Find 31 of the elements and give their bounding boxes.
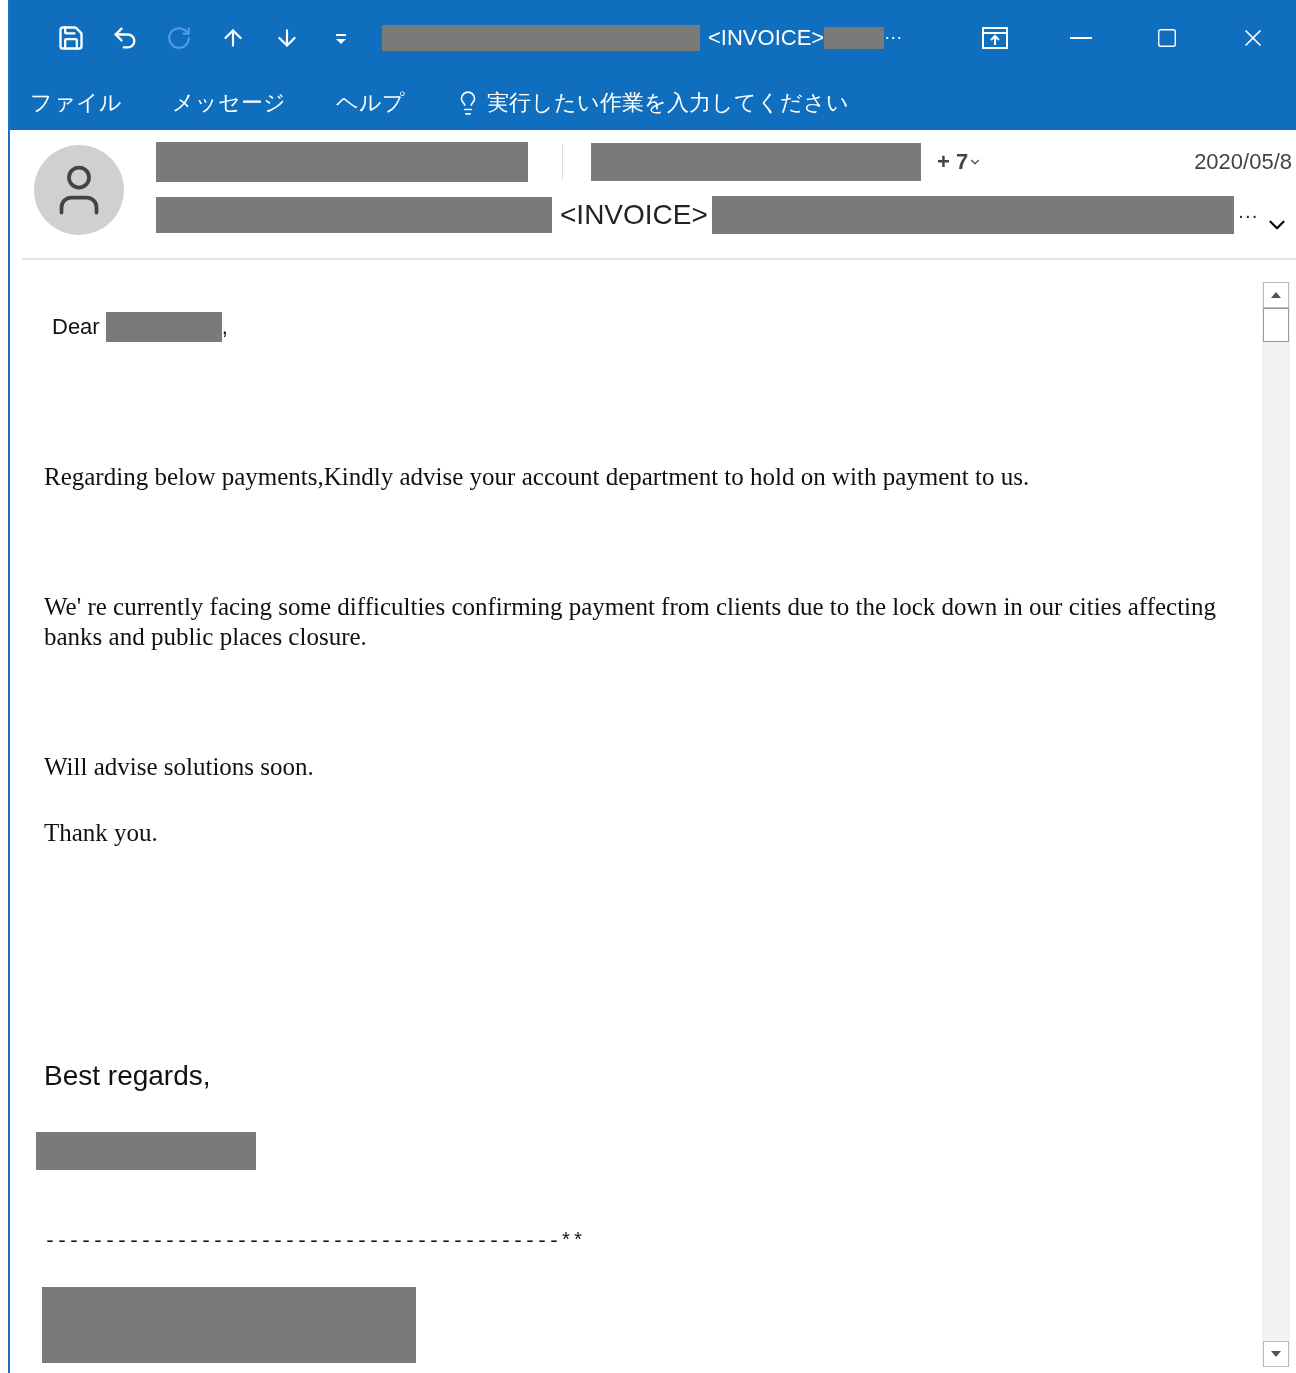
scroll-up-button[interactable] (1263, 282, 1289, 308)
menu-item[interactable]: メッセージ (172, 82, 310, 123)
scroll-thumb[interactable] (1263, 308, 1289, 342)
more-recipients-button[interactable]: + 7 (937, 149, 983, 175)
body-paragraph: Regarding below payments,Kindly advise your account department to hold on with payment to us. (44, 462, 1031, 492)
body-paragraph: We' re currently facing some difficulties confirming payment from clients due to the lock down in our cities affecting banks and public places closure. (44, 592, 1218, 652)
window-title: <INVOICE> (708, 24, 825, 51)
menu-item[interactable]: ファイル (30, 82, 146, 123)
subject-ellipsis: ··· (1237, 203, 1258, 227)
menu-item[interactable]: ヘルプ (336, 82, 429, 123)
sent-date: 2020/05/8 (1194, 149, 1292, 175)
down-triangle-icon (1271, 1351, 1281, 1357)
body-paragraph: Thank you. (44, 818, 159, 848)
customize-icon (334, 31, 348, 44)
ribbon-display-icon (982, 26, 1008, 49)
greeting-text: Dear (52, 314, 100, 340)
scroll-down-button[interactable] (1263, 1341, 1289, 1367)
body-paragraph: Will advise solutions soon. (44, 752, 315, 782)
maximize-icon (1156, 26, 1178, 49)
up-triangle-icon (1271, 292, 1281, 298)
signature-separator: -------------------------------------------** (44, 1230, 586, 1253)
scrollbar[interactable] (1262, 282, 1290, 1367)
subject-text: <INVOICE> (560, 199, 708, 231)
greeting-comma: , (221, 314, 228, 340)
redaction-block (824, 26, 885, 49)
redo-icon (166, 24, 192, 51)
minimize-icon (1070, 36, 1092, 39)
save-icon (57, 23, 85, 52)
tell-me-search[interactable]: 実行したい作業を入力してください (455, 87, 849, 118)
title-ellipsis: ··· (884, 27, 903, 48)
closing-text: Best regards, (44, 1060, 212, 1092)
